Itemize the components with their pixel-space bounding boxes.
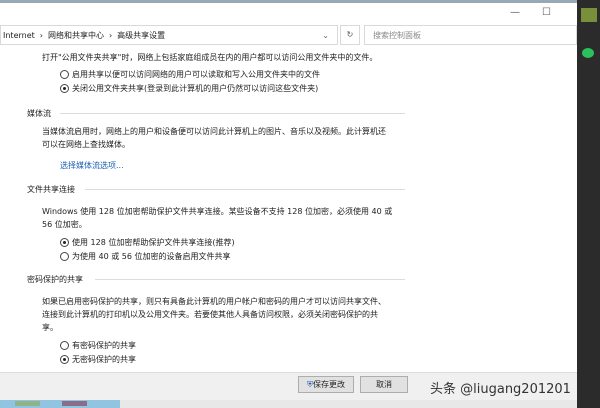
breadcrumb-network-center[interactable]: 网络和共享中心 xyxy=(48,30,104,41)
search-input[interactable]: 搜索控制面板 xyxy=(364,25,577,45)
radio-40-56bit[interactable]: 为使用 40 或 56 位加密的设备启用文件共享 xyxy=(60,251,231,262)
public-desc: 打开"公用文件夹共享"时，网络上包括家庭组成员在内的用户都可以访问公用文件夹中的… xyxy=(42,53,378,62)
radio-password-on[interactable]: 有密码保护的共享 xyxy=(60,340,136,351)
media-desc-2: 可以在网络上查找媒体。 xyxy=(42,140,130,149)
minimize-button[interactable]: — xyxy=(510,7,520,18)
radio-password-off[interactable]: 无密码保护的共享 xyxy=(60,354,136,365)
media-options-link[interactable]: 选择媒体流选项... xyxy=(60,160,124,171)
breadcrumb-advanced-sharing[interactable]: 高级共享设置 xyxy=(117,30,165,41)
fileshare-desc: Windows 使用 128 位加密帮助保护文件共享连接。某些设备不支持 128… xyxy=(42,207,393,216)
radio-public-disable[interactable]: 关闭公用文件夹共享(登录到此计算机的用户仍然可以访问这些文件夹) xyxy=(60,83,318,94)
refresh-button[interactable]: ↻ xyxy=(340,25,360,45)
breadcrumb-internet[interactable]: Internet xyxy=(3,31,35,40)
side-panel xyxy=(577,0,600,408)
media-desc: 当媒体流启用时，网络上的用户和设备便可以访问此计算机上的图片、音乐以及视频。此计… xyxy=(42,127,386,136)
media-title: 媒体流 xyxy=(27,109,51,118)
fileshare-desc-2: 56 位加密。 xyxy=(42,220,87,229)
chevron-down-icon[interactable]: ⌄ xyxy=(322,31,329,40)
chat-icon[interactable] xyxy=(582,48,594,58)
avatar xyxy=(581,8,597,22)
radio-public-enable[interactable]: 启用共享以便可以访问网络的用户可以读取和写入公用文件夹中的文件 xyxy=(60,69,320,80)
password-desc-3: 享。 xyxy=(42,323,58,332)
password-desc-2: 连接到此计算机的打印机以及公用文件夹。若要使其他人具备访问权限，必须关闭密码保护… xyxy=(42,310,378,319)
title-bar: — ☐ xyxy=(0,3,577,24)
fileshare-title: 文件共享连接 xyxy=(27,185,75,194)
save-button[interactable]: ⛨保存更改 xyxy=(298,376,354,393)
watermark: 头条 @liugang201201 xyxy=(430,382,571,397)
address-bar[interactable]: Internet › 网络和共享中心 › 高级共享设置 ⌄ xyxy=(0,25,338,45)
password-title: 密码保护的共享 xyxy=(27,275,83,284)
radio-128bit[interactable]: 使用 128 位加密帮助保护文件共享连接(推荐) xyxy=(60,237,235,248)
password-desc: 如果已启用密码保护的共享，则只有具备此计算机的用户帐户和密码的用户才可以访问共享… xyxy=(42,297,386,306)
taskbar xyxy=(0,400,600,408)
cancel-button[interactable]: 取消 xyxy=(360,376,408,393)
maximize-button[interactable]: ☐ xyxy=(542,7,551,18)
